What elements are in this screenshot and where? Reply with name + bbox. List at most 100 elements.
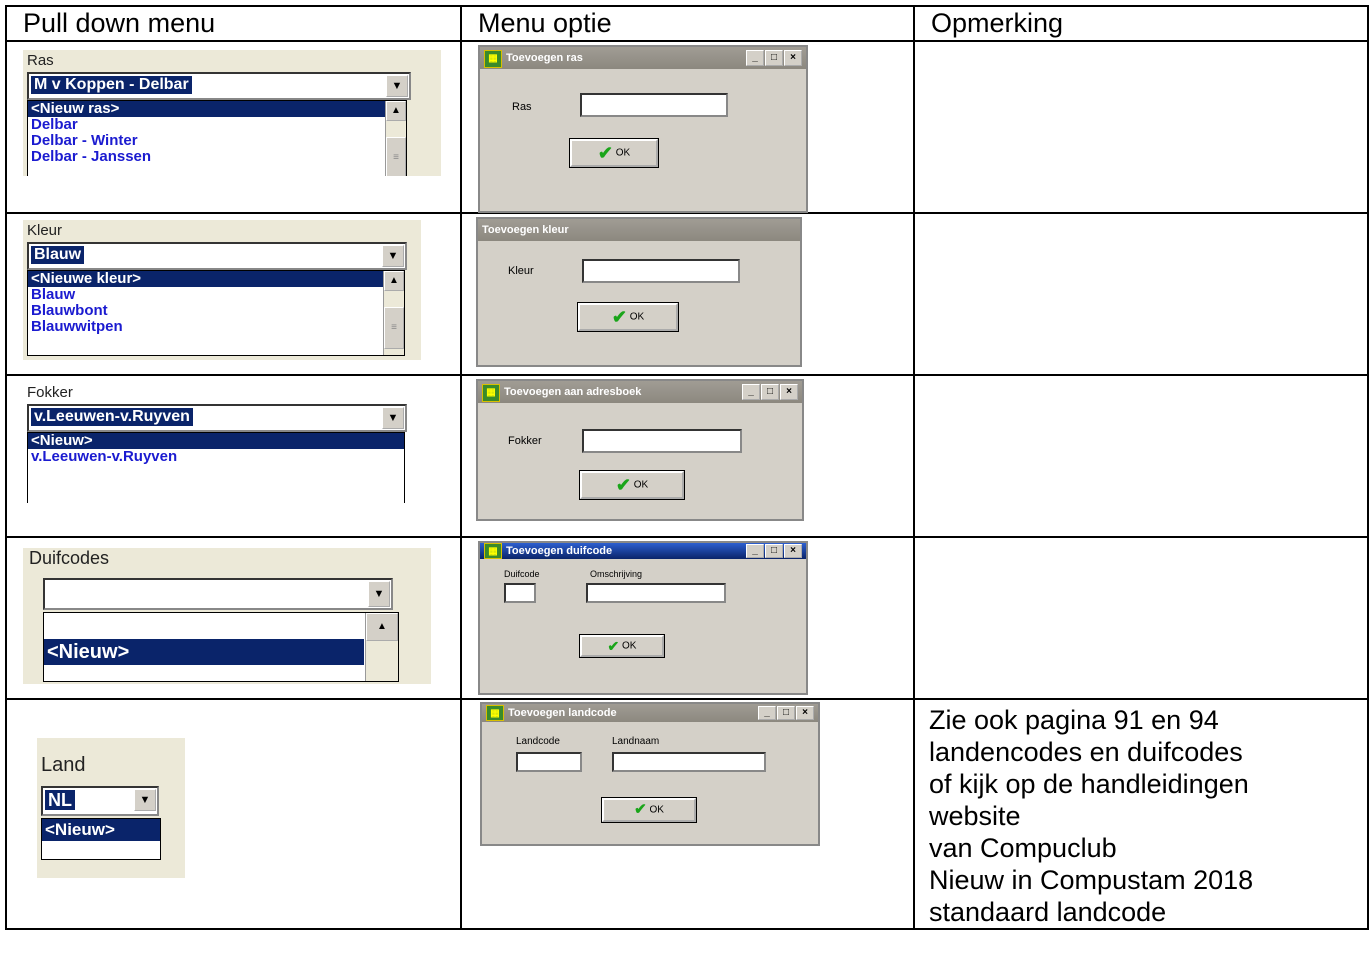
window-buttons: _ □ × (746, 50, 802, 66)
dialog-title: Toevoegen landcode (508, 707, 617, 719)
dialog-titlebar: ▦ Toevoegen ras _ □ × (480, 47, 806, 69)
toevoegen-adresboek-dialog: ▦ Toevoegen aan adresboek _ □ × Fokker ✔… (476, 379, 804, 521)
note-line: van Compuclub (929, 833, 1117, 863)
pulldown-cell-kleur: Kleur Blauw ▼ <Nieuwe kleur> Blauw Blauw… (5, 212, 462, 376)
fokker-input[interactable] (582, 429, 742, 453)
fokker-combobox[interactable]: v.Leeuwen-v.Ruyven ▼ (27, 404, 407, 432)
remark-cell (913, 374, 1369, 538)
kleur-dropdown-list: <Nieuwe kleur> Blauw Blauwbont Blauwwitp… (27, 270, 405, 356)
menu-options-table: Pull down menu Menu optie Opmerking Ras … (5, 5, 1369, 930)
list-item[interactable] (44, 613, 398, 639)
ok-button[interactable]: ✔ OK (569, 138, 659, 168)
ok-button[interactable]: ✔ OK (601, 797, 697, 823)
window-buttons: _ □ × (746, 544, 802, 558)
kleur-pulldown: Kleur Blauw ▼ <Nieuwe kleur> Blauw Blauw… (23, 220, 421, 360)
dropdown-arrow-icon[interactable]: ▼ (382, 407, 404, 429)
duifcodes-combobox[interactable]: ▼ (43, 578, 393, 610)
scroll-up-icon[interactable]: ▲ (366, 613, 398, 641)
fokker-selected-value: v.Leeuwen-v.Ruyven (31, 408, 193, 426)
note-line: landencodes en duifcodes (929, 737, 1243, 767)
minimize-icon[interactable]: _ (746, 50, 764, 66)
dialog-title: Toevoegen aan adresboek (504, 386, 642, 398)
checkmark-icon: ✔ (611, 307, 627, 327)
ras-dropdown-list: <Nieuw ras> Delbar Delbar - Winter Delba… (27, 100, 407, 176)
scroll-thumb[interactable]: ≡ (384, 307, 404, 349)
remark-cell (913, 40, 1369, 214)
dropdown-arrow-icon[interactable]: ▼ (134, 789, 156, 811)
fokker-pulldown: Fokker v.Leeuwen-v.Ruyven ▼ <Nieuw> v.Le… (23, 382, 413, 506)
note-line: website (929, 801, 1021, 831)
dialog-titlebar: ▦ Toevoegen duifcode _ □ × (480, 543, 806, 559)
list-item[interactable]: Delbar - Winter (28, 133, 406, 149)
dropdown-arrow-icon[interactable]: ▼ (368, 581, 390, 607)
duifcode-input[interactable] (504, 583, 536, 603)
minimize-icon[interactable]: _ (758, 706, 776, 720)
note-line: Nieuw in Compustam 2018 (929, 865, 1254, 895)
landnaam-input[interactable] (612, 752, 766, 772)
note-line: of kijk op de handleidingen (929, 769, 1249, 799)
ok-button[interactable]: ✔ OK (577, 302, 679, 332)
kleur-combobox[interactable]: Blauw ▼ (27, 242, 407, 270)
list-item[interactable]: <Nieuw> (42, 819, 160, 841)
list-item[interactable]: <Nieuw> (28, 433, 404, 449)
list-item[interactable]: v.Leeuwen-v.Ruyven (28, 449, 404, 465)
ok-button[interactable]: ✔ OK (579, 470, 685, 500)
pulldown-cell-land: Land NL ▼ <Nieuw> (5, 698, 462, 930)
ok-button[interactable]: ✔ OK (579, 634, 665, 658)
list-item[interactable]: Delbar (28, 117, 406, 133)
kleur-input[interactable] (582, 259, 740, 283)
toevoegen-duifcode-dialog: ▦ Toevoegen duifcode _ □ × Duifcode Omsc… (478, 541, 808, 695)
dialog-title: Toevoegen duifcode (506, 545, 613, 557)
scroll-up-icon[interactable]: ▲ (384, 271, 404, 291)
note-line: standaard landcode (929, 897, 1167, 927)
note-line: Zie ook pagina 91 en 94 (929, 705, 1219, 735)
minimize-icon[interactable]: _ (746, 544, 764, 558)
dialog-cell-ras: ▦ Toevoegen ras _ □ × Ras ✔ OK (460, 40, 915, 214)
list-scrollbar[interactable]: ▲ ≡ (385, 101, 406, 176)
dialog-titlebar: Toevoegen kleur (478, 219, 800, 241)
maximize-icon[interactable]: □ (765, 544, 783, 558)
land-combobox[interactable]: NL ▼ (41, 786, 159, 816)
maximize-icon[interactable]: □ (777, 706, 795, 720)
toevoegen-landcode-dialog: ▦ Toevoegen landcode _ □ × Landcode Land… (480, 702, 820, 846)
dialog-cell-land: ▦ Toevoegen landcode _ □ × Landcode Land… (460, 698, 915, 930)
minimize-icon[interactable]: _ (742, 384, 760, 400)
omschrijving-input[interactable] (586, 583, 726, 603)
list-scrollbar[interactable]: ▲ (365, 613, 398, 681)
dialog-title: Toevoegen kleur (482, 224, 569, 236)
close-icon[interactable]: × (784, 50, 802, 66)
dropdown-arrow-icon[interactable]: ▼ (386, 75, 408, 97)
dropdown-arrow-icon[interactable]: ▼ (382, 245, 404, 267)
maximize-icon[interactable]: □ (765, 50, 783, 66)
close-icon[interactable]: × (796, 706, 814, 720)
list-item[interactable]: Blauw (28, 287, 404, 303)
header-pulldown: Pull down menu (5, 5, 462, 42)
checkmark-icon: ✔ (607, 638, 620, 654)
list-item[interactable]: Delbar - Janssen (28, 149, 406, 165)
list-item[interactable]: Blauwbont (28, 303, 404, 319)
ras-combobox[interactable]: M v Koppen - Delbar ▼ (27, 72, 411, 100)
maximize-icon[interactable]: □ (761, 384, 779, 400)
pulldown-cell-duifcodes: Duifcodes ▼ <Nieuw> ▲ (5, 536, 462, 700)
close-icon[interactable]: × (780, 384, 798, 400)
list-item[interactable]: <Nieuw> (44, 639, 364, 665)
field-label: Omschrijving (590, 569, 643, 579)
kleur-label: Kleur (27, 222, 63, 239)
scroll-up-icon[interactable]: ▲ (386, 101, 406, 121)
list-item[interactable]: Blauwwitpen (28, 319, 404, 335)
close-icon[interactable]: × (784, 544, 802, 558)
dialog-cell-kleur: Toevoegen kleur Kleur ✔ OK (460, 212, 915, 376)
kleur-selected-value: Blauw (31, 246, 85, 264)
list-item[interactable]: <Nieuw ras> (28, 101, 406, 117)
list-scrollbar[interactable]: ▲ ≡ (383, 271, 404, 355)
ras-selected-value: M v Koppen - Delbar (31, 76, 192, 94)
list-item[interactable]: <Nieuwe kleur> (28, 271, 404, 287)
checkmark-icon: ✔ (615, 475, 631, 495)
field-label: Landcode (516, 736, 560, 747)
app-icon: ▦ (486, 705, 504, 721)
landcode-input[interactable] (516, 752, 582, 772)
ras-input[interactable] (580, 93, 728, 117)
land-selected-value: NL (45, 790, 75, 810)
header-menu-option: Menu optie (460, 5, 915, 42)
scroll-thumb[interactable]: ≡ (386, 137, 406, 176)
